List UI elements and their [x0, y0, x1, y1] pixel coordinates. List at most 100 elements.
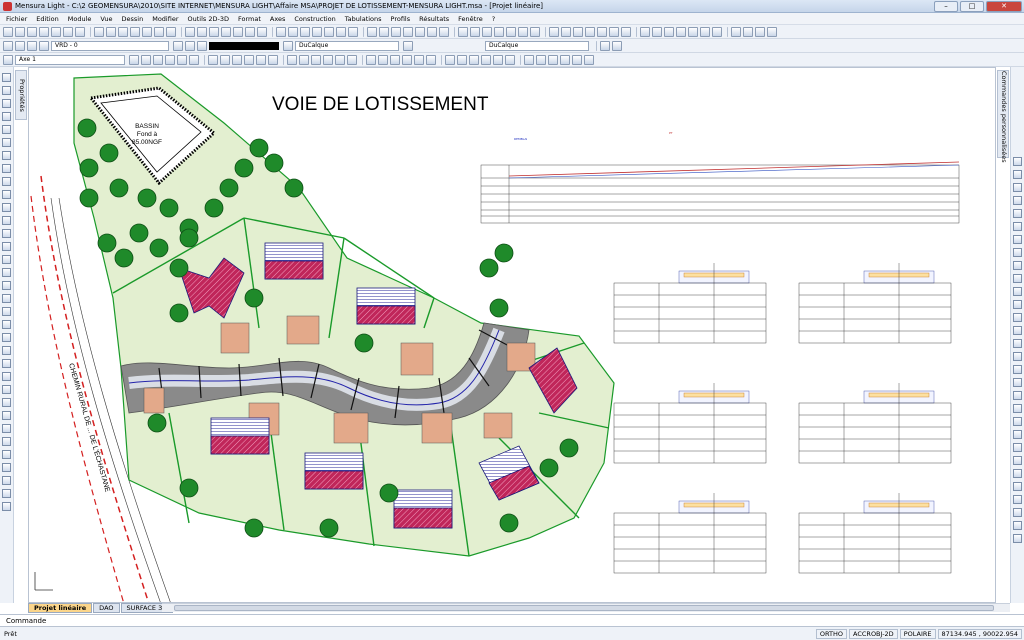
draw-tool-icon[interactable]: [2, 294, 11, 303]
toolbar-button-icon[interactable]: [63, 26, 73, 37]
modify-tool-icon[interactable]: [1013, 430, 1022, 439]
toolbar-button-icon[interactable]: [458, 26, 468, 37]
draw-tool-icon[interactable]: [2, 190, 11, 199]
draw-tool-icon[interactable]: [2, 385, 11, 394]
axis-tool-button-icon[interactable]: [445, 54, 455, 65]
modify-tool-icon[interactable]: [1013, 391, 1022, 400]
menu-help[interactable]: ?: [492, 15, 495, 23]
toolbar-button-icon[interactable]: [743, 26, 753, 37]
modify-tool-icon[interactable]: [1013, 469, 1022, 478]
modify-tool-icon[interactable]: [1013, 339, 1022, 348]
print-icon[interactable]: [600, 40, 610, 51]
draw-tool-icon[interactable]: [2, 333, 11, 342]
modify-tool-icon[interactable]: [1013, 248, 1022, 257]
axis-tool-button-icon[interactable]: [426, 54, 436, 65]
lock-icon[interactable]: [39, 40, 49, 51]
menu-outils[interactable]: Outils 2D-3D: [188, 15, 229, 23]
modify-tool-icon[interactable]: [1013, 196, 1022, 205]
maximize-button[interactable]: □: [960, 0, 984, 12]
modify-tool-icon[interactable]: [1013, 326, 1022, 335]
toolbar-button-icon[interactable]: [185, 26, 195, 37]
axis-tool-button-icon[interactable]: [153, 54, 163, 65]
draw-tool-icon[interactable]: [2, 450, 11, 459]
toolbar-button-icon[interactable]: [15, 26, 25, 37]
toolbar-button-icon[interactable]: [585, 26, 595, 37]
draw-tool-icon[interactable]: [2, 268, 11, 277]
lineweight-select[interactable]: DuCalque: [485, 40, 589, 51]
toolbar-button-icon[interactable]: [142, 26, 152, 37]
draw-tool-icon[interactable]: [2, 359, 11, 368]
modify-tool-icon[interactable]: [1013, 209, 1022, 218]
osnap-toggle[interactable]: ACCROBJ-2D: [849, 628, 898, 639]
toolbar-button-icon[interactable]: [300, 26, 310, 37]
layer-select[interactable]: VRD - 0: [51, 40, 169, 51]
toolbar-button-icon[interactable]: [233, 26, 243, 37]
modify-tool-icon[interactable]: [1013, 534, 1022, 543]
menu-modifier[interactable]: Modifier: [152, 15, 178, 23]
close-button[interactable]: ✕: [986, 0, 1022, 12]
toolbar-button-icon[interactable]: [470, 26, 480, 37]
axis-select[interactable]: Axe 1: [15, 54, 125, 65]
linetype-select[interactable]: DuCalque: [295, 40, 399, 51]
toolbar-button-icon[interactable]: [621, 26, 631, 37]
draw-tool-icon[interactable]: [2, 372, 11, 381]
toolbar-button-icon[interactable]: [755, 26, 765, 37]
draw-tool-icon[interactable]: [2, 138, 11, 147]
axis-tool-button-icon[interactable]: [536, 54, 546, 65]
axis-tool-button-icon[interactable]: [366, 54, 376, 65]
toolbar-button-icon[interactable]: [439, 26, 449, 37]
axis-tool-button-icon[interactable]: [493, 54, 503, 65]
toolbar-button-icon[interactable]: [688, 26, 698, 37]
axis-tool-button-icon[interactable]: [129, 54, 139, 65]
toolbar-button-icon[interactable]: [154, 26, 164, 37]
axis-tool-button-icon[interactable]: [189, 54, 199, 65]
menu-fenetre[interactable]: Fenêtre: [458, 15, 483, 23]
axis-tool-button-icon[interactable]: [414, 54, 424, 65]
draw-tool-icon[interactable]: [2, 86, 11, 95]
modify-tool-icon[interactable]: [1013, 287, 1022, 296]
toolbar-button-icon[interactable]: [640, 26, 650, 37]
menu-axes[interactable]: Axes: [270, 15, 285, 23]
modify-tool-icon[interactable]: [1013, 482, 1022, 491]
toolbar-button-icon[interactable]: [130, 26, 140, 37]
toolbar-button-icon[interactable]: [106, 26, 116, 37]
modify-tool-icon[interactable]: [1013, 456, 1022, 465]
toolbar-button-icon[interactable]: [3, 26, 13, 37]
toolbar-button-icon[interactable]: [312, 26, 322, 37]
toolbar-button-icon[interactable]: [276, 26, 286, 37]
toolbar-button-icon[interactable]: [676, 26, 686, 37]
menu-tabulations[interactable]: Tabulations: [345, 15, 382, 23]
draw-tool-icon[interactable]: [2, 489, 11, 498]
modify-tool-icon[interactable]: [1013, 495, 1022, 504]
modify-tool-icon[interactable]: [1013, 313, 1022, 322]
toolbar-button-icon[interactable]: [51, 26, 61, 37]
toolbar-button-icon[interactable]: [118, 26, 128, 37]
toolbar-button-icon[interactable]: [427, 26, 437, 37]
draw-tool-icon[interactable]: [2, 151, 11, 160]
modify-tool-icon[interactable]: [1013, 300, 1022, 309]
tab-dao[interactable]: DAO: [93, 603, 120, 613]
modify-tool-icon[interactable]: [1013, 183, 1022, 192]
toolbar-button-icon[interactable]: [391, 26, 401, 37]
modify-tool-icon[interactable]: [1013, 443, 1022, 452]
layer-props-icon[interactable]: [185, 40, 195, 51]
axis-tool-button-icon[interactable]: [378, 54, 388, 65]
toolbar-button-icon[interactable]: [209, 26, 219, 37]
draw-tool-icon[interactable]: [2, 346, 11, 355]
modify-tool-icon[interactable]: [1013, 170, 1022, 179]
toolbar-button-icon[interactable]: [518, 26, 528, 37]
axis-tool-button-icon[interactable]: [208, 54, 218, 65]
axis-tool-button-icon[interactable]: [165, 54, 175, 65]
toolbar-button-icon[interactable]: [549, 26, 559, 37]
toolbar-button-icon[interactable]: [221, 26, 231, 37]
drawing-canvas[interactable]: VOIE DE LOTISSEMENT CHEMIN RURAL DE ... …: [28, 67, 996, 603]
layer-prev-icon[interactable]: [173, 40, 183, 51]
axis-tool-button-icon[interactable]: [524, 54, 534, 65]
toolbar-button-icon[interactable]: [767, 26, 777, 37]
axis-tool-button-icon[interactable]: [481, 54, 491, 65]
axis-tool-button-icon[interactable]: [287, 54, 297, 65]
toolbar-button-icon[interactable]: [336, 26, 346, 37]
axis-tool-button-icon[interactable]: [347, 54, 357, 65]
color-swatch[interactable]: [209, 41, 279, 50]
axis-icon[interactable]: [3, 54, 13, 65]
